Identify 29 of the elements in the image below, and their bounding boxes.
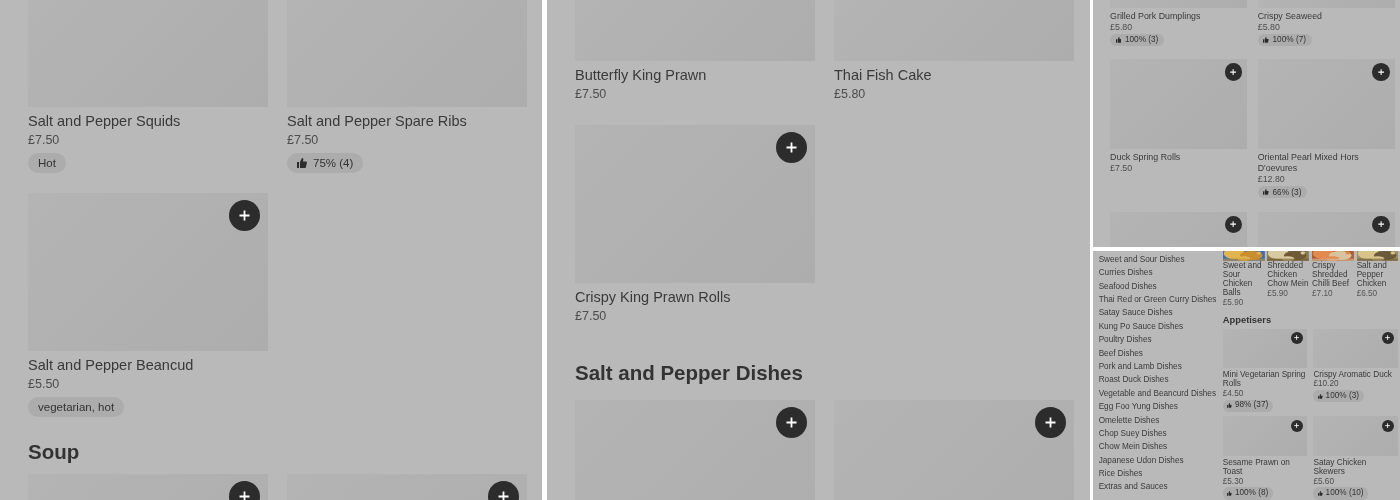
item-price: £12.80 (1257, 173, 1286, 185)
section-heading: Appetisers (1222, 313, 1273, 326)
section-heading: Soup (28, 439, 81, 465)
item-name: Crispy King Prawn Rolls (575, 288, 732, 307)
tag-pill: vegetarian, hot (28, 397, 125, 417)
item-price: £7.50 (287, 132, 320, 149)
item-price: £7.50 (575, 308, 608, 325)
item-name: Salt and Pepper Squids (28, 112, 182, 131)
item-price: £5.80 (834, 86, 867, 103)
tag-pill: Hot (28, 153, 66, 173)
section-heading: Salt and Pepper Dishes (575, 360, 804, 386)
item-name: Butterfly King Prawn (575, 66, 708, 85)
rating-pill: 100% (7) (1257, 34, 1312, 46)
item-name: Thai Fish Cake (834, 66, 933, 85)
rating-pill: 75% (4) (287, 153, 364, 173)
item-price: £5.80 (1257, 21, 1281, 33)
item-price: £5.80 (1110, 21, 1134, 33)
item-price: £5.50 (28, 376, 61, 393)
rating-pill: 66% (3) (1257, 186, 1308, 198)
item-name: Duck Spring Rolls (1110, 152, 1182, 164)
rating-pill: 100% (3) (1110, 34, 1165, 46)
item-price: £7.50 (575, 86, 608, 103)
item-name: Grilled Pork Dumplings (1110, 10, 1202, 22)
item-name: Crispy Seaweed (1257, 10, 1323, 22)
item-price: £7.50 (28, 132, 61, 149)
item-name: Oriental Pearl Mixed Hors D'oevures (1257, 152, 1360, 174)
item-name: Salt and Pepper Beancud (28, 356, 195, 375)
item-price: £7.50 (1110, 163, 1134, 174)
item-name: Salt and Pepper Spare Ribs (287, 112, 468, 131)
